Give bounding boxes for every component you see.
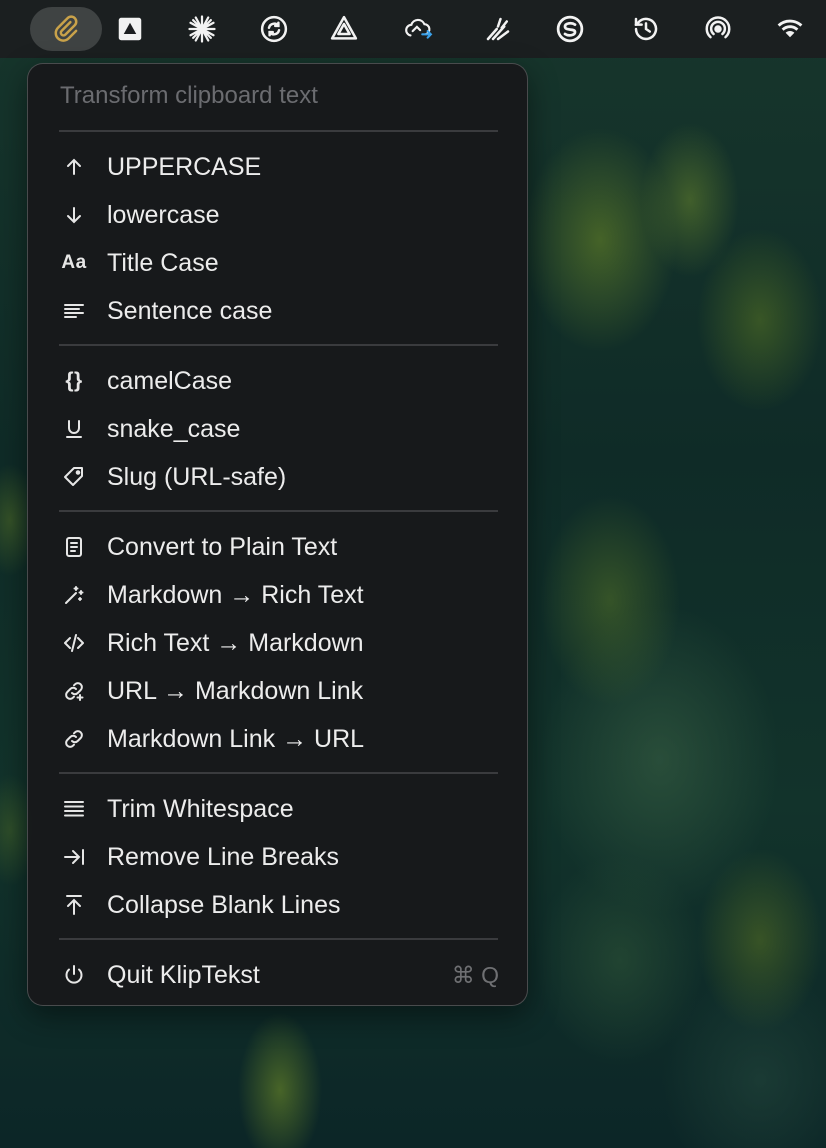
- title-case-icon: Aa: [61, 252, 87, 273]
- menu-item-quit[interactable]: Quit KlipTekst ⌘ Q: [32, 952, 523, 998]
- text-align-left-icon: [62, 299, 86, 323]
- history-clock-icon[interactable]: [624, 7, 668, 51]
- menu-item-label: URL → Markdown Link: [107, 676, 364, 705]
- magic-wand-icon: [62, 583, 86, 607]
- menu-item-label: UPPERCASE: [107, 152, 262, 181]
- menu-item-label: Slug (URL-safe): [107, 462, 287, 491]
- link-icon: [62, 727, 86, 751]
- menu-item-label: Collapse Blank Lines: [107, 890, 341, 919]
- menu-separator: [59, 510, 498, 512]
- arrow-right-bar-icon: [62, 845, 86, 869]
- menu-item-camel-case[interactable]: {} camelCase: [32, 358, 523, 404]
- menu-item-slug[interactable]: Slug (URL-safe): [32, 454, 523, 500]
- menu-bar: [0, 0, 826, 58]
- paperclip-icon[interactable]: [30, 7, 102, 51]
- arrow-up-icon: [62, 155, 86, 179]
- menu-item-label: Markdown Link → URL: [107, 724, 365, 753]
- power-icon: [62, 963, 86, 987]
- curly-braces-icon: {}: [65, 369, 83, 392]
- tag-icon: [62, 465, 86, 489]
- s-logo-icon[interactable]: [548, 7, 592, 51]
- google-drive-icon[interactable]: [108, 7, 152, 51]
- menu-item-title-case[interactable]: Aa Title Case: [32, 240, 523, 286]
- menu-item-remove-line-breaks[interactable]: Remove Line Breaks: [32, 834, 523, 880]
- menu-item-rich-to-markdown[interactable]: Rich Text → Markdown: [32, 620, 523, 666]
- wifi-icon[interactable]: [768, 7, 812, 51]
- menu-item-label: snake_case: [107, 414, 241, 443]
- lines-icon: [62, 797, 86, 821]
- cloud-sync-icon[interactable]: [396, 7, 440, 51]
- link-plus-icon: [62, 679, 86, 703]
- menu-item-url-to-markdown-link[interactable]: URL → Markdown Link: [32, 668, 523, 714]
- menu-item-lowercase[interactable]: lowercase: [32, 192, 523, 238]
- arrow-up-bar-icon: [62, 893, 86, 917]
- menu-item-snake-case[interactable]: snake_case: [32, 406, 523, 452]
- menu-item-label: camelCase: [107, 366, 233, 395]
- menu-item-label: Rich Text → Markdown: [107, 628, 364, 657]
- menu-separator: [59, 772, 498, 774]
- menu-separator: [59, 938, 498, 940]
- code-icon: [62, 631, 86, 655]
- menu-item-sentence-case[interactable]: Sentence case: [32, 288, 523, 334]
- keyboard-shortcut: ⌘ Q: [451, 961, 499, 988]
- menu-item-label: lowercase: [107, 200, 220, 229]
- menu-item-trim-whitespace[interactable]: Trim Whitespace: [32, 786, 523, 832]
- menu-separator: [59, 344, 498, 346]
- menu-item-uppercase[interactable]: UPPERCASE: [32, 144, 523, 190]
- transform-menu: Transform clipboard text UPPERCASE lower…: [27, 63, 528, 1006]
- menu-header: Transform clipboard text: [60, 82, 318, 109]
- menu-separator: [59, 130, 498, 132]
- menu-item-label: Markdown → Rich Text: [107, 580, 364, 609]
- document-icon: [62, 535, 86, 559]
- menu-item-label: Quit KlipTekst: [107, 960, 260, 989]
- menu-item-markdown-link-to-url[interactable]: Markdown Link → URL: [32, 716, 523, 762]
- arrow-down-icon: [62, 203, 86, 227]
- underline-icon: [62, 417, 86, 441]
- sync-icon[interactable]: [252, 7, 296, 51]
- menu-item-markdown-to-rich[interactable]: Markdown → Rich Text: [32, 572, 523, 618]
- menu-item-collapse-blank-lines[interactable]: Collapse Blank Lines: [32, 882, 523, 928]
- menu-item-plain-text[interactable]: Convert to Plain Text: [32, 524, 523, 570]
- menu-item-label: Remove Line Breaks: [107, 842, 340, 871]
- triangle-logo-icon[interactable]: [322, 7, 366, 51]
- menu-item-label: Title Case: [107, 248, 219, 277]
- asterisk-burst-icon[interactable]: [180, 7, 224, 51]
- menu-item-label: Trim Whitespace: [107, 794, 294, 823]
- menu-item-label: Sentence case: [107, 296, 273, 325]
- menu-item-label: Convert to Plain Text: [107, 532, 338, 561]
- airdrop-icon[interactable]: [696, 7, 740, 51]
- bolt-logo-icon[interactable]: [476, 7, 520, 51]
